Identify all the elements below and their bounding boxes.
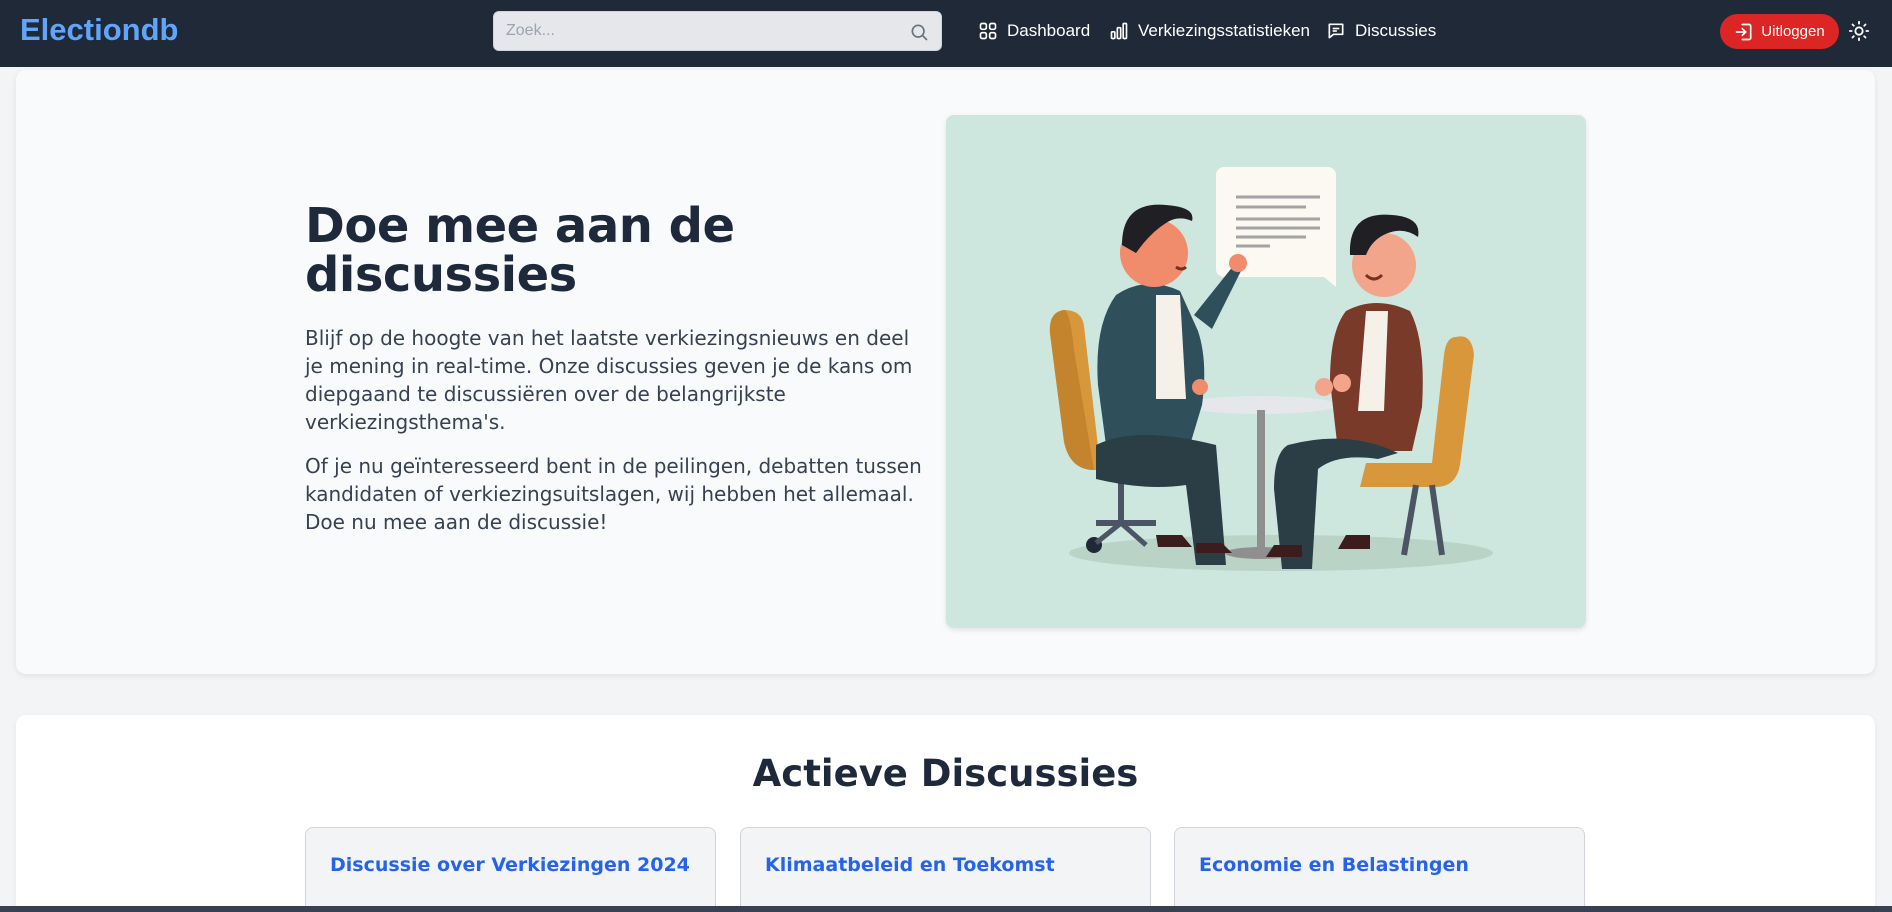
nav-verkiezingsstatistieken-label: Verkiezingsstatistieken bbox=[1138, 21, 1310, 40]
brand-logo[interactable]: Electiondb bbox=[20, 12, 178, 48]
nav-dashboard[interactable]: Dashboard bbox=[978, 18, 1090, 44]
bar-chart-icon bbox=[1110, 22, 1128, 40]
discussion-card-title[interactable]: Klimaatbeleid en Toekomst bbox=[765, 854, 1055, 876]
theme-toggle-button[interactable] bbox=[1846, 18, 1872, 44]
grid-icon bbox=[979, 22, 997, 40]
discussion-card[interactable]: Economie en Belastingen bbox=[1174, 827, 1585, 912]
chat-icon bbox=[1328, 23, 1344, 39]
nav-verkiezingsstatistieken[interactable]: Verkiezingsstatistieken bbox=[1109, 18, 1310, 44]
bottom-scroll-edge bbox=[0, 906, 1892, 912]
hero-paragraph-1: Blijf op de hoogte van het laatste verki… bbox=[305, 326, 913, 434]
nav-dashboard-label: Dashboard bbox=[1007, 21, 1091, 40]
logout-label: Uitloggen bbox=[1761, 23, 1825, 40]
nav-discussies[interactable]: Discussies bbox=[1326, 18, 1436, 44]
sun-icon bbox=[1848, 20, 1870, 42]
active-discussions-section: Actieve Discussies Discussie over Verkie… bbox=[16, 715, 1875, 912]
hero-section: Doe mee aan de discussies Blijf op de ho… bbox=[16, 70, 1875, 674]
hero-paragraph-2: Of je nu geïnteresseerd bent in de peili… bbox=[305, 454, 922, 534]
logout-icon bbox=[1735, 23, 1752, 40]
discussion-card[interactable]: Discussie over Verkiezingen 2024 bbox=[305, 827, 716, 912]
discussion-illustration bbox=[946, 115, 1586, 628]
hero-title: Doe mee aan de discussies bbox=[305, 198, 735, 303]
discussion-card[interactable]: Klimaatbeleid en Toekomst bbox=[740, 827, 1151, 912]
logout-button[interactable]: Uitloggen bbox=[1720, 14, 1839, 49]
search-icon[interactable] bbox=[909, 22, 929, 42]
top-navbar: Electiondb Dashboard Verkiezingsstatisti… bbox=[0, 0, 1892, 67]
search-box bbox=[493, 11, 942, 51]
active-discussions-title: Actieve Discussies bbox=[752, 752, 1139, 795]
discussion-card-title[interactable]: Economie en Belastingen bbox=[1199, 854, 1469, 876]
nav-discussies-label: Discussies bbox=[1355, 21, 1437, 40]
discussion-card-title[interactable]: Discussie over Verkiezingen 2024 bbox=[330, 854, 690, 876]
search-input[interactable] bbox=[494, 12, 941, 50]
